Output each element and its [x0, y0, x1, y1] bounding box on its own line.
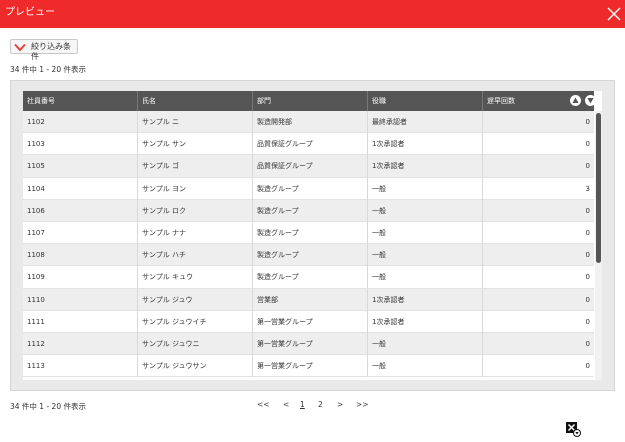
pagination: << < 1 2 > >> — [0, 400, 625, 410]
cell-employee-number: 1111 — [23, 310, 138, 333]
table-row[interactable]: 1107 サンプル ナナ 製造グループ 一般 0 — [23, 221, 594, 245]
cell-late-count: 0 — [585, 273, 590, 282]
cell-department: 製造グループ — [253, 266, 368, 289]
cell-late-count: 0 — [585, 339, 590, 348]
cell-name: サンプル サン — [138, 133, 253, 156]
sort-ascending-icon[interactable] — [570, 95, 581, 106]
cell-employee-number: 1106 — [23, 199, 138, 222]
close-icon[interactable] — [607, 7, 621, 21]
cell-employee-number: 1104 — [23, 177, 138, 200]
cell-position: 1次承認者 — [368, 310, 483, 333]
table-row[interactable]: 1106 サンプル ロク 製造グループ 一般 0 — [23, 199, 594, 222]
cell-name: サンプル ヨン — [138, 177, 253, 200]
column-header-position[interactable]: 役職 — [368, 91, 483, 111]
table-row[interactable]: 1103 サンプル サン 品質保証グループ 1次承認者 0 — [23, 133, 594, 156]
cell-name: サンプル ジュウイチ — [138, 310, 253, 333]
filter-toggle-label: 絞り込み条件 — [31, 42, 71, 61]
cell-late-count: 0 — [585, 118, 590, 126]
cell-late-count: 0 — [585, 251, 590, 260]
cell-department: 品質保証グループ — [253, 133, 368, 156]
cell-employee-number: 1102 — [23, 111, 138, 133]
cell-late-count: 0 — [585, 228, 590, 237]
cell-position: 一般 — [368, 199, 483, 222]
cell-employee-number: 1109 — [23, 266, 138, 289]
cell-employee-number: 1103 — [23, 133, 138, 156]
cell-position: 一般 — [368, 332, 483, 355]
cell-name: サンプル ロク — [138, 199, 253, 222]
cell-employee-number: 1112 — [23, 332, 138, 355]
cell-position: 一般 — [368, 221, 483, 244]
cell-late-count: 0 — [585, 295, 590, 304]
cell-name: サンプル ジュウ — [138, 288, 253, 311]
cell-position: 1次承認者 — [368, 133, 483, 156]
chevron-down-icon — [14, 43, 26, 52]
cell-late-count: 0 — [585, 162, 590, 171]
title-bar: プレビュー — [0, 0, 625, 28]
cell-employee-number: 1105 — [23, 155, 138, 178]
cell-department: 第一営業グループ — [253, 355, 368, 378]
window-title: プレビュー — [5, 7, 55, 18]
pagination-page-2[interactable]: 2 — [318, 400, 323, 409]
column-header-name[interactable]: 氏名 — [138, 91, 253, 111]
cell-employee-number: 1110 — [23, 288, 138, 311]
table-row[interactable]: 1104 サンプル ヨン 製造グループ 一般 3 — [23, 177, 594, 200]
table-row[interactable]: 1105 サンプル ゴ品質保証グループ 1次承認者 0 — [23, 155, 594, 178]
vertical-scrollbar[interactable] — [595, 111, 602, 380]
excel-export-icon[interactable] — [565, 421, 581, 437]
table-row[interactable]: 1110 サンプル ジュウ 営業部 1次承認者 0 — [23, 288, 594, 311]
cell-department: 製造グループ — [253, 199, 368, 222]
record-count-top: 34 件中 1 - 20 件表示 — [10, 65, 86, 74]
cell-name: サンプル キュウ — [138, 266, 253, 289]
table-row[interactable]: 1112 サンプル ジュウニ 第一営業グループ 一般 0 — [23, 332, 594, 356]
cell-name: サンプル ゴ — [138, 155, 253, 178]
pagination-first[interactable]: << — [257, 400, 270, 409]
cell-employee-number: 1108 — [23, 244, 138, 267]
cell-employee-number: 1113 — [23, 355, 138, 378]
cell-position: 一般 — [368, 177, 483, 200]
pagination-page-1[interactable]: 1 — [300, 400, 305, 409]
cell-position: 一般 — [368, 266, 483, 289]
table-header: 社員番号 氏名 部門 役職 遅早回数 — [23, 91, 596, 111]
cell-name: サンプル ナナ — [138, 221, 253, 244]
table-row[interactable]: 1111 サンプル ジュウイチ 第一営業グループ 1次承認者 0 — [23, 310, 594, 333]
cell-department: 製造グループ — [253, 244, 368, 267]
cell-department: 第一営業グループ — [253, 332, 368, 355]
table-row[interactable]: 1108 サンプル ハチ 製造グループ 一般 0 — [23, 244, 594, 267]
sort-descending-icon[interactable] — [585, 95, 596, 106]
cell-position: 最終承認者 — [368, 111, 483, 133]
table-panel: 社員番号 氏名 部門 役職 遅早回数 1102 サンプル ニ製造開発部 最終承認者 0… — [10, 80, 615, 391]
cell-position: 一般 — [368, 244, 483, 267]
cell-position: 一般 — [368, 355, 483, 378]
table-row[interactable]: 1102 サンプル ニ製造開発部 最終承認者 0 — [23, 111, 594, 134]
table-body: 1102 サンプル ニ製造開発部 最終承認者 0 1103 サンプル サン 品質保証グループ… — [23, 111, 594, 378]
cell-department: 第一営業グループ — [253, 310, 368, 333]
cell-name: サンプル ジュウサン — [138, 355, 253, 378]
cell-name: サンプル ジュウニ — [138, 332, 253, 355]
table-container: 社員番号 氏名 部門 役職 遅早回数 1102 サンプル ニ製造開発部 最終承認者 0… — [23, 91, 602, 380]
cell-employee-number: 1107 — [23, 221, 138, 244]
cell-late-count: 0 — [585, 317, 590, 326]
cell-name: サンプル ハチ — [138, 244, 253, 267]
pagination-next[interactable]: > — [337, 400, 343, 409]
cell-department: 製造グループ — [253, 221, 368, 244]
cell-late-count: 0 — [585, 362, 590, 371]
cell-late-count: 3 — [585, 184, 590, 193]
table-row[interactable]: 1113 サンプル ジュウサン 第一営業グループ 一般 0 — [23, 355, 594, 378]
table-row[interactable]: 1109 サンプル キュウ 製造グループ 一般 0 — [23, 266, 594, 289]
scrollbar-thumb[interactable] — [596, 113, 601, 263]
cell-position: 1次承認者 — [368, 288, 483, 311]
cell-position: 1次承認者 — [368, 155, 483, 178]
cell-department: 営業部 — [253, 288, 368, 311]
column-header-employee-number[interactable]: 社員番号 — [23, 91, 138, 111]
column-header-department[interactable]: 部門 — [253, 91, 368, 111]
pagination-prev[interactable]: < — [283, 400, 289, 409]
cell-department: 製造グループ — [253, 177, 368, 200]
cell-late-count: 0 — [585, 140, 590, 149]
filter-toggle-button[interactable]: 絞り込み条件 — [10, 39, 78, 61]
cell-department: 品質保証グループ — [253, 155, 368, 178]
cell-department: 製造開発部 — [253, 111, 368, 133]
pagination-last[interactable]: >> — [356, 400, 369, 409]
cell-late-count: 0 — [585, 206, 590, 215]
cell-name: サンプル ニ — [138, 111, 253, 133]
